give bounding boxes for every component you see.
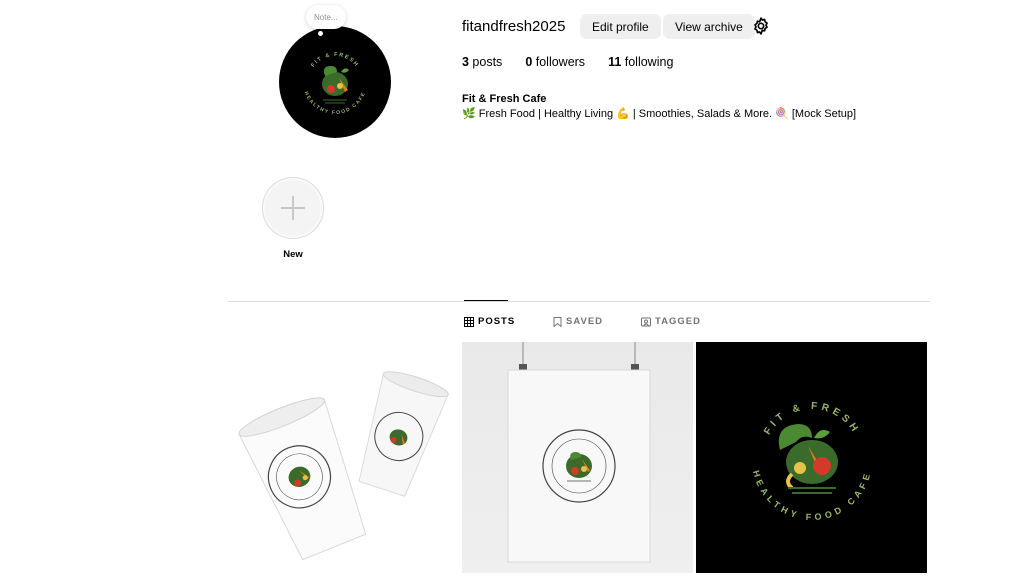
active-tab-indicator bbox=[464, 300, 508, 301]
post-tile-poster[interactable] bbox=[462, 342, 693, 573]
followers-label: followers bbox=[532, 55, 586, 69]
svg-text:FIT & FRESH: FIT & FRESH bbox=[762, 401, 862, 437]
new-highlight-circle bbox=[265, 180, 321, 236]
new-highlight-label: New bbox=[283, 249, 303, 260]
grid-icon bbox=[464, 316, 474, 327]
note-bubble[interactable]: Note... bbox=[306, 5, 346, 29]
poster-mockup-image bbox=[507, 342, 651, 563]
username: fitandfresh2025 bbox=[462, 18, 566, 35]
bio-text: 🌿 Fresh Food | Healthy Living 💪 | Smooth… bbox=[462, 108, 857, 120]
tab-tagged-label: TAGGED bbox=[655, 316, 701, 327]
following-stat[interactable]: 11 following bbox=[608, 55, 673, 69]
profile-stats: 3 posts 0 followers 11 following bbox=[462, 55, 696, 69]
following-label: following bbox=[621, 55, 674, 69]
tagged-person-icon bbox=[641, 317, 651, 326]
tabs-divider bbox=[228, 301, 930, 302]
profile-avatar[interactable]: FIT & FRESH HEALTHY FOOD CAFE bbox=[279, 26, 391, 138]
tab-posts[interactable]: POSTS bbox=[464, 316, 515, 327]
posts-count: 3 bbox=[462, 55, 469, 69]
avatar: FIT & FRESH HEALTHY FOOD CAFE bbox=[279, 26, 391, 138]
following-count: 11 bbox=[608, 55, 622, 69]
followers-stat[interactable]: 0 followers bbox=[525, 55, 585, 69]
plus-icon bbox=[281, 196, 305, 220]
note-bubble-tail bbox=[318, 31, 323, 36]
post-tile-logo[interactable]: FIT & FRESH HEALTHY FOOD CAFE bbox=[696, 342, 927, 573]
settings-gear-icon[interactable] bbox=[751, 16, 771, 36]
edit-profile-button[interactable]: Edit profile bbox=[580, 14, 661, 39]
posts-label: posts bbox=[468, 55, 503, 69]
view-archive-button[interactable]: View archive bbox=[663, 14, 755, 39]
bookmark-icon bbox=[553, 316, 562, 327]
post-logo-top-text: FIT & FRESH bbox=[762, 401, 858, 437]
logo-post-image: FIT & FRESH HEALTHY FOOD CAFE bbox=[751, 401, 869, 522]
tab-saved-label: SAVED bbox=[566, 316, 604, 327]
tab-saved[interactable]: SAVED bbox=[553, 316, 603, 327]
tab-posts-label: POSTS bbox=[478, 316, 516, 327]
post-tile-cups[interactable] bbox=[228, 342, 459, 573]
tab-tagged[interactable]: TAGGED bbox=[641, 316, 701, 327]
logo-icon: FIT & FRESH HEALTHY FOOD CAFE bbox=[303, 52, 366, 116]
new-highlight-button[interactable] bbox=[262, 177, 324, 239]
posts-stat[interactable]: 3 posts bbox=[462, 55, 502, 69]
logo-top-text: FIT & FRESH bbox=[310, 52, 358, 69]
cups-mockup-image bbox=[238, 371, 449, 561]
svg-text:FIT & FRESH: FIT & FRESH bbox=[310, 52, 360, 69]
bio-name: Fit & Fresh Cafe bbox=[462, 93, 547, 105]
